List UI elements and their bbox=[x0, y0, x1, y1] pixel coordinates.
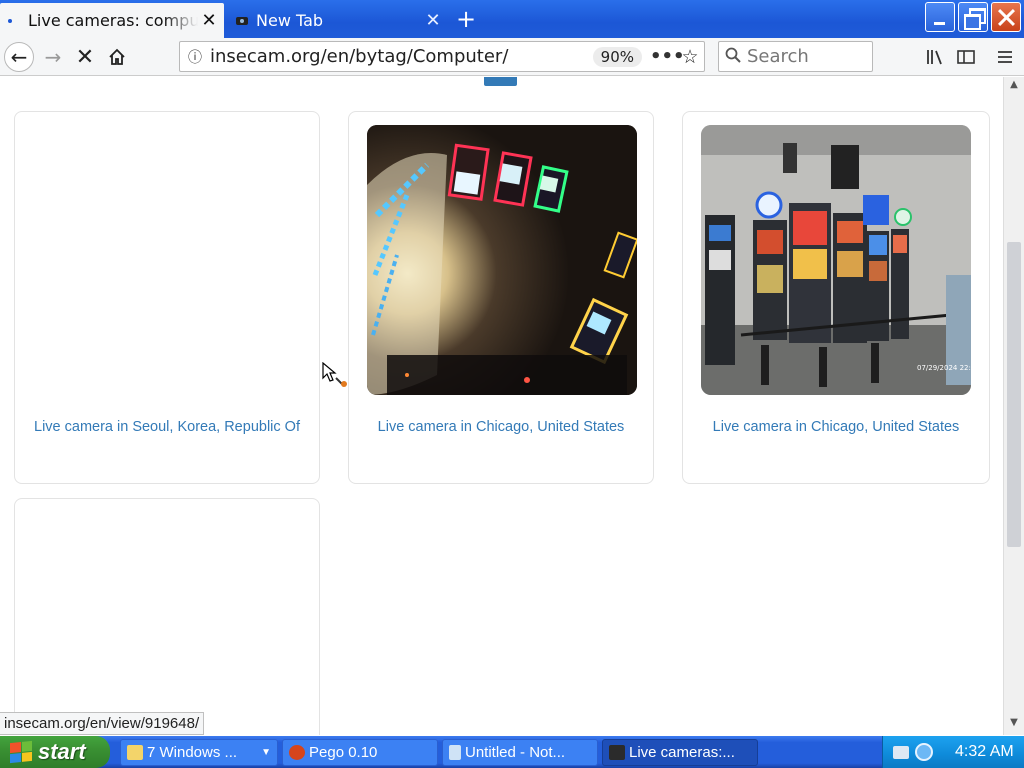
new-tab-button[interactable]: + bbox=[452, 5, 480, 33]
loading-indicator-icon bbox=[8, 18, 12, 23]
search-icon bbox=[719, 47, 747, 67]
zoom-level-badge[interactable]: 90% bbox=[592, 46, 642, 67]
camera-card[interactable]: Live camera in Seoul, Korea, Republic Of bbox=[14, 111, 320, 484]
mouse-cursor-icon bbox=[322, 362, 347, 387]
close-tab-icon[interactable]: ✕ bbox=[198, 10, 220, 31]
vertical-scrollbar[interactable]: ▲ ▼ bbox=[1003, 77, 1024, 735]
camera-caption-link[interactable]: Live camera in Chicago, United States bbox=[683, 419, 989, 435]
taskbar-item-browser[interactable]: Live cameras:... bbox=[602, 739, 758, 766]
minimize-button[interactable] bbox=[925, 2, 955, 32]
system-tray: 4:32 AM bbox=[882, 736, 1024, 768]
start-label: start bbox=[38, 739, 86, 764]
windows-logo-icon bbox=[10, 740, 32, 764]
slot-machines-camera-image: 07/29/2024 22:54:40 bbox=[701, 125, 971, 395]
keyboard-icon[interactable] bbox=[893, 745, 909, 759]
page-actions-icon[interactable]: ••• bbox=[650, 46, 685, 67]
url-text[interactable]: insecam.org/en/bytag/Computer/ bbox=[210, 46, 593, 67]
menu-icon[interactable] bbox=[990, 42, 1020, 72]
taskbar-item-notepad[interactable]: Untitled - Not... bbox=[442, 739, 598, 766]
tab-live-cameras[interactable]: Live cameras: computer ✕ bbox=[0, 3, 224, 38]
scroll-down-icon[interactable]: ▼ bbox=[1004, 717, 1024, 733]
browser-icon bbox=[609, 745, 625, 760]
search-placeholder: Search bbox=[747, 46, 809, 67]
scroll-up-icon[interactable]: ▲ bbox=[1004, 79, 1024, 95]
taskbar-item-label: Untitled - Not... bbox=[465, 744, 566, 761]
tab-title: New Tab bbox=[256, 11, 324, 30]
address-bar[interactable]: ⓘ insecam.org/en/bytag/Computer/ 90% •••… bbox=[179, 41, 705, 72]
folder-icon bbox=[127, 745, 143, 760]
info-icon[interactable]: ⓘ bbox=[180, 47, 210, 67]
camera-caption-link[interactable]: Live camera in Seoul, Korea, Republic Of bbox=[15, 419, 319, 435]
close-tab-icon[interactable]: ✕ bbox=[422, 10, 444, 31]
taskbar-item-windows-group[interactable]: 7 Windows ... ▼ bbox=[120, 739, 278, 766]
taskbar-item-label: 7 Windows ... bbox=[147, 744, 238, 761]
arrow-right-icon: → bbox=[44, 45, 62, 69]
forward-button[interactable]: → bbox=[38, 42, 68, 72]
status-link-preview: insecam.org/en/view/919648/ bbox=[0, 712, 205, 735]
app-icon bbox=[289, 745, 305, 760]
back-button[interactable]: ← bbox=[4, 42, 34, 72]
chevron-down-icon: ▼ bbox=[261, 747, 271, 758]
camera-card[interactable] bbox=[14, 498, 320, 735]
arrow-left-icon: ← bbox=[10, 45, 28, 69]
timestamp-overlay: 07/29/2024 22:54:40 bbox=[917, 364, 971, 372]
taskbar-item-label: Pego 0.10 bbox=[309, 744, 378, 761]
stop-icon: ✕ bbox=[75, 44, 95, 70]
taskbar-item-pego[interactable]: Pego 0.10 bbox=[282, 739, 438, 766]
taskbar-item-label: Live cameras:... bbox=[629, 744, 735, 761]
tab-new-tab[interactable]: New Tab ✕ bbox=[226, 3, 448, 38]
navigation-toolbar: ← → ✕ ⓘ insecam.org/en/bytag/Computer/ 9… bbox=[0, 38, 1024, 76]
scrollbar-thumb[interactable] bbox=[1007, 242, 1021, 547]
network-icon[interactable] bbox=[915, 743, 933, 761]
webcam-favicon-icon bbox=[234, 14, 250, 28]
close-window-button[interactable] bbox=[991, 2, 1021, 32]
home-button[interactable] bbox=[102, 42, 132, 72]
pagination-button[interactable] bbox=[484, 77, 517, 86]
camera-card[interactable]: Live camera in Chicago, United States bbox=[348, 111, 654, 484]
camera-thumbnail[interactable] bbox=[33, 512, 303, 735]
camera-thumbnail[interactable]: 07/29/2024 22:54:40 bbox=[701, 125, 971, 395]
restore-button[interactable] bbox=[958, 2, 988, 32]
notepad-icon bbox=[449, 745, 461, 760]
page-content: Live camera in Seoul, Korea, Republic Of bbox=[0, 77, 1003, 735]
search-box[interactable]: Search bbox=[718, 41, 873, 72]
home-icon bbox=[109, 48, 125, 65]
taskbar: start 7 Windows ... ▼ Pego 0.10 Untitled… bbox=[0, 736, 1024, 768]
camera-caption-link[interactable]: Live camera in Chicago, United States bbox=[349, 419, 653, 435]
tab-title: Live cameras: computer bbox=[28, 11, 198, 30]
bookmark-star-icon[interactable]: ☆ bbox=[676, 46, 704, 68]
camera-thumbnail[interactable] bbox=[33, 125, 303, 395]
title-bar: Live cameras: computer ✕ New Tab ✕ + bbox=[0, 0, 1024, 38]
library-icon[interactable] bbox=[920, 42, 950, 72]
casino-camera-image bbox=[367, 125, 637, 395]
camera-thumbnail[interactable] bbox=[367, 125, 637, 395]
clock[interactable]: 4:32 AM bbox=[955, 743, 1014, 761]
sidebar-icon[interactable] bbox=[951, 42, 981, 72]
start-button[interactable]: start bbox=[0, 736, 110, 768]
camera-card[interactable]: 07/29/2024 22:54:40 Live camera in Chica… bbox=[682, 111, 990, 484]
stop-button[interactable]: ✕ bbox=[70, 42, 100, 72]
